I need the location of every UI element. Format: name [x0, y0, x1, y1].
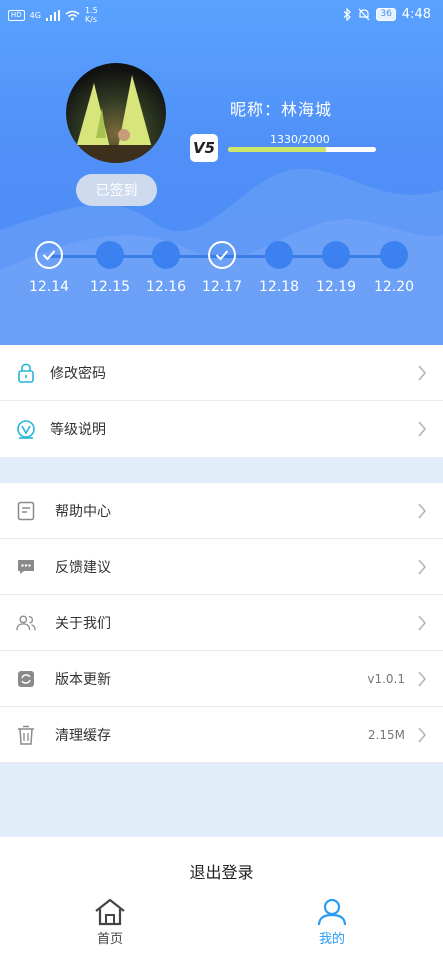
checkin-day: 12.20	[364, 241, 424, 295]
checkin-date: 12.15	[89, 279, 131, 295]
menu-item-label: 清理缓存	[55, 727, 111, 744]
vip-level-badge: V5	[190, 134, 218, 162]
tab-label: 我的	[318, 932, 345, 947]
avatar-photo	[66, 75, 166, 163]
cache-size-value: 2.15M	[367, 727, 405, 742]
checkin-date: 12.18	[258, 279, 300, 295]
home-icon	[95, 898, 125, 926]
help-doc-icon	[16, 501, 36, 521]
checkin-day: 12.16	[136, 241, 196, 295]
checkin-date: 12.20	[373, 279, 415, 295]
speed-value: 1.5	[84, 6, 98, 15]
checkin-button[interactable]: 已签到	[76, 174, 157, 206]
experience-progress-fill	[228, 147, 327, 152]
checkin-day: 12.15	[80, 241, 140, 295]
menu-item-change-password[interactable]: 修改密码	[0, 345, 443, 401]
experience-text: 1330/2000	[270, 133, 330, 146]
hd-indicator: HD	[8, 9, 25, 21]
nickname: 昵称：林海城	[230, 100, 333, 119]
bluetooth-icon	[343, 8, 352, 21]
experience-progress-bar	[228, 147, 376, 152]
tab-mine[interactable]: 我的	[302, 898, 362, 947]
chevron-right-icon	[418, 670, 427, 687]
checkin-checked-icon	[35, 241, 63, 269]
menu-item-label: 帮助中心	[55, 503, 111, 520]
checkin-day: 12.18	[249, 241, 309, 295]
chevron-right-icon	[418, 364, 427, 381]
checkin-date: 12.17	[201, 279, 243, 295]
profile-header: HD 4G 1.5 K/s 36 4:48 已签到 昵称：林海城 V5 1330…	[0, 0, 443, 345]
menu-item-about-us[interactable]: 关于我们	[0, 595, 443, 651]
clock: 4:48	[401, 7, 431, 22]
checkin-pending-dot	[265, 241, 293, 269]
menu-item-version-update[interactable]: 版本更新 v1.0.1	[0, 651, 443, 707]
bottom-area: 退出登录	[0, 837, 443, 959]
menu-item-label: 修改密码	[50, 365, 106, 382]
checkin-day: 12.19	[306, 241, 366, 295]
tab-home[interactable]: 首页	[80, 898, 140, 947]
menu-item-label: 反馈建议	[55, 559, 111, 576]
checkin-pending-dot	[322, 241, 350, 269]
mute-bell-icon	[358, 8, 370, 21]
network-speed: 1.5 K/s	[85, 6, 98, 24]
checkin-pending-dot	[96, 241, 124, 269]
tab-label: 首页	[96, 932, 123, 947]
chevron-right-icon	[418, 614, 427, 631]
checkin-day: 12.14	[19, 241, 79, 295]
chevron-right-icon	[418, 502, 427, 519]
chat-icon	[16, 557, 36, 577]
checkin-pending-dot	[152, 241, 180, 269]
menu-item-level-info[interactable]: 等级说明	[0, 401, 443, 457]
signal-icon	[45, 9, 60, 21]
checkin-date: 12.14	[28, 279, 70, 295]
chevron-right-icon	[418, 726, 427, 743]
checkin-pending-dot	[380, 241, 408, 269]
menu-item-help-center[interactable]: 帮助中心	[0, 483, 443, 539]
general-menu: 帮助中心 反馈建议 关于我们 版本更新 v1.0.1 清理缓存 2.15M	[0, 483, 443, 763]
version-value: v1.0.1	[367, 671, 405, 686]
trash-icon	[16, 725, 36, 745]
menu-item-feedback[interactable]: 反馈建议	[0, 539, 443, 595]
users-icon	[16, 613, 36, 633]
lock-icon	[16, 363, 36, 383]
battery-indicator: 36	[376, 8, 396, 21]
account-menu: 修改密码 等级说明	[0, 345, 443, 457]
chevron-right-icon	[418, 421, 427, 437]
avatar[interactable]	[66, 63, 166, 163]
checkin-date: 12.16	[145, 279, 187, 295]
profile-icon	[317, 898, 347, 926]
wifi-icon	[65, 10, 80, 20]
checkin-checked-icon	[208, 241, 236, 269]
level-icon	[16, 419, 36, 439]
status-bar: HD 4G 1.5 K/s 36 4:48	[0, 0, 443, 32]
menu-item-label: 等级说明	[50, 422, 106, 438]
menu-item-label: 关于我们	[55, 615, 111, 632]
refresh-icon	[16, 669, 36, 689]
network-type: 4G	[29, 10, 41, 20]
logout-button[interactable]: 退出登录	[0, 859, 443, 883]
checkin-date: 12.19	[315, 279, 357, 295]
speed-unit: K/s	[84, 15, 98, 24]
checkin-day: 12.17	[192, 241, 252, 295]
chevron-right-icon	[418, 558, 427, 575]
menu-item-clear-cache[interactable]: 清理缓存 2.15M	[0, 707, 443, 763]
menu-item-label: 版本更新	[55, 671, 111, 688]
